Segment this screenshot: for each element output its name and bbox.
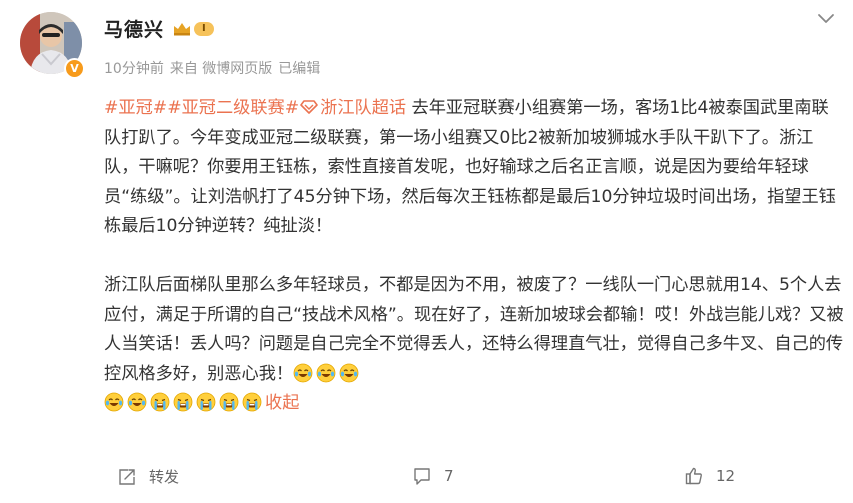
sob-emoji-icon bbox=[173, 392, 193, 412]
post-actions-bar: 转发 7 12 bbox=[0, 466, 853, 496]
level-label: I bbox=[194, 22, 214, 36]
sob-emoji-icon bbox=[196, 392, 216, 412]
crown-icon bbox=[174, 23, 190, 36]
laugh-cry-emoji-icon bbox=[104, 392, 124, 412]
super-topic-label: 浙江队超话 bbox=[320, 98, 407, 118]
repost-button[interactable]: 转发 bbox=[117, 466, 179, 487]
hashtag-link[interactable]: #亚冠二级联赛# bbox=[167, 98, 299, 118]
post-content: #亚冠##亚冠二级联赛# 浙江队超话 去年亚冠联赛小组赛第一场，客场1比4被泰国武… bbox=[104, 94, 844, 419]
super-topic-link[interactable]: 浙江队超话 bbox=[299, 98, 406, 118]
post-meta: 10分钟前 来自 微博网页版 已编辑 bbox=[104, 58, 320, 78]
laugh-cry-emoji-icon bbox=[316, 363, 336, 382]
repost-icon bbox=[119, 468, 135, 485]
emoji-group-trailing bbox=[293, 363, 362, 384]
edited-label[interactable]: 已编辑 bbox=[278, 58, 320, 78]
like-count: 12 bbox=[716, 467, 736, 485]
laugh-cry-emoji-icon bbox=[293, 363, 313, 382]
sob-emoji-icon bbox=[219, 392, 239, 412]
sob-emoji-icon bbox=[242, 392, 262, 412]
comment-count: 7 bbox=[444, 467, 454, 485]
repost-label: 转发 bbox=[149, 468, 180, 486]
post-source: 来自 微博网页版 bbox=[169, 61, 273, 77]
collapse-link[interactable]: 收起 bbox=[265, 393, 299, 413]
thumbs-up-icon bbox=[685, 467, 702, 485]
diamond-icon bbox=[300, 100, 318, 114]
user-level-badge[interactable]: I bbox=[172, 21, 214, 37]
emoji-row bbox=[104, 392, 265, 413]
laugh-cry-emoji-icon bbox=[127, 392, 147, 412]
comment-button[interactable]: 7 bbox=[412, 466, 454, 486]
comment-icon bbox=[414, 468, 430, 485]
verified-badge: V bbox=[64, 58, 85, 79]
author-name[interactable]: 马德兴 bbox=[104, 15, 164, 42]
like-button[interactable]: 12 bbox=[684, 466, 735, 486]
post-paragraph-1: 去年亚冠联赛小组赛第一场，客场1比4被泰国武里南联队打趴了。今年变成亚冠二级联赛… bbox=[104, 98, 836, 236]
laugh-cry-emoji-icon bbox=[339, 363, 359, 382]
sob-emoji-icon bbox=[150, 392, 170, 412]
chevron-down-icon[interactable] bbox=[817, 12, 835, 26]
post-time[interactable]: 10分钟前 bbox=[104, 58, 164, 78]
post-paragraph-2: 浙江队后面梯队里那么多年轻球员，不都是因为不用，被废了？一线队一门心思就用14、… bbox=[104, 275, 844, 384]
hashtag-link[interactable]: #亚冠# bbox=[104, 98, 167, 118]
